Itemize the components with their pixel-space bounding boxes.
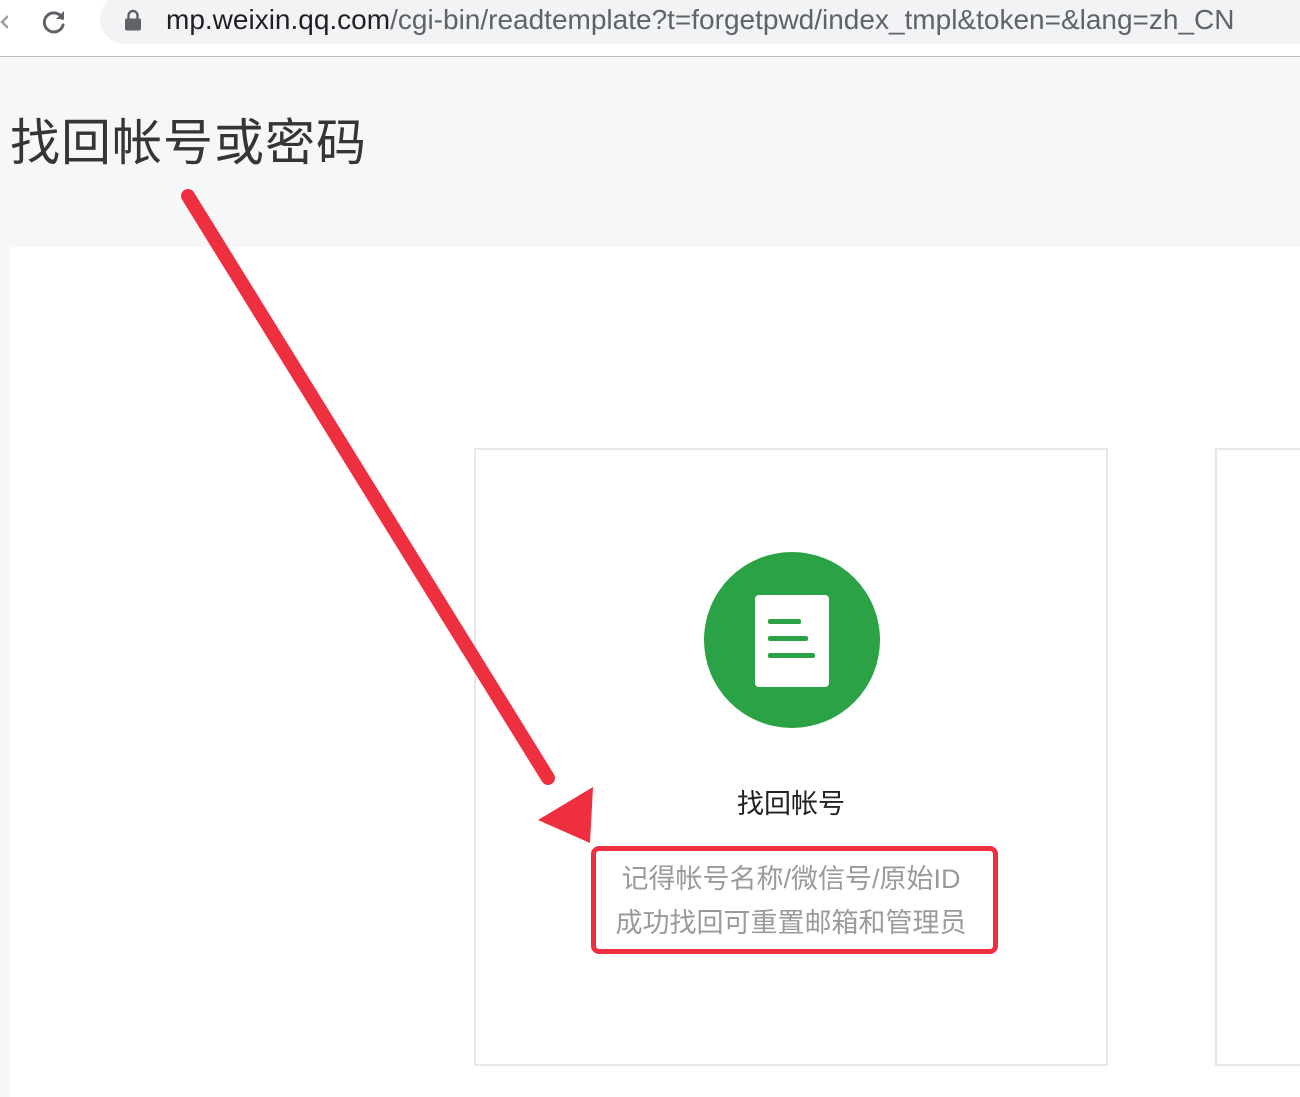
option-card-next[interactable] bbox=[1215, 448, 1300, 1066]
back-arrow-icon[interactable] bbox=[0, 14, 8, 30]
url-text[interactable]: mp.weixin.qq.com/cgi-bin/readtemplate?t=… bbox=[166, 2, 1235, 38]
reload-icon[interactable] bbox=[38, 6, 70, 38]
document-icon bbox=[704, 552, 880, 728]
browser-toolbar: mp.weixin.qq.com/cgi-bin/readtemplate?t=… bbox=[0, 0, 1300, 57]
url-path: /cgi-bin/readtemplate?t=forgetpwd/index_… bbox=[390, 4, 1235, 35]
option-title[interactable]: 找回帐号 bbox=[474, 784, 1108, 824]
page-title: 找回帐号或密码 bbox=[10, 115, 367, 171]
annotation-highlight-box bbox=[591, 846, 998, 954]
lock-icon bbox=[125, 9, 141, 31]
option-card-recover-account[interactable] bbox=[474, 448, 1108, 1066]
url-host: mp.weixin.qq.com bbox=[166, 4, 391, 35]
